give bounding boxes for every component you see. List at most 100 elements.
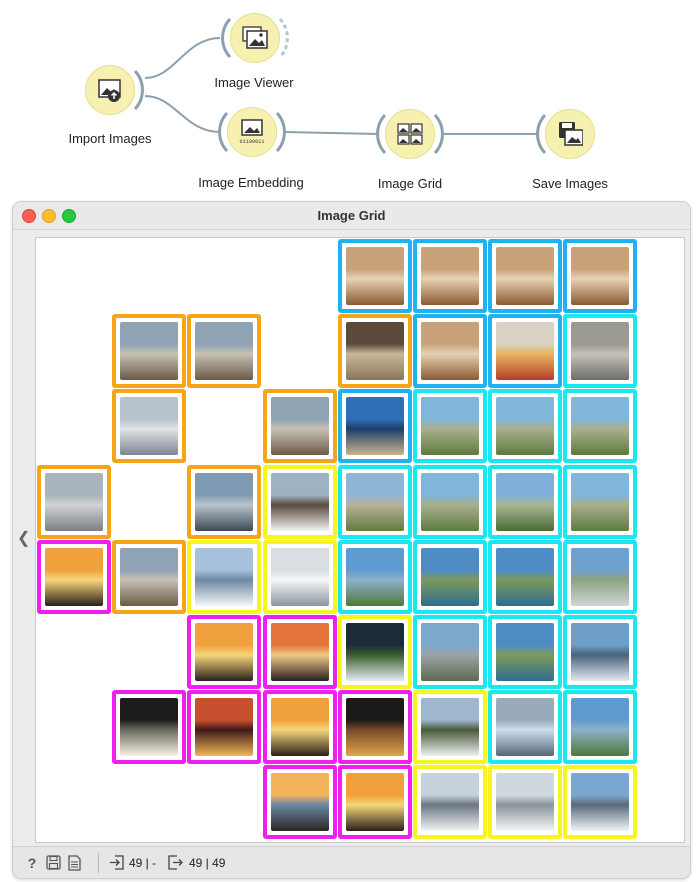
report-icon[interactable] <box>68 855 81 874</box>
grid-image-cell[interactable] <box>187 314 262 389</box>
grid-image-thumbnail <box>421 547 479 606</box>
grid-image-cell[interactable] <box>337 539 412 614</box>
output-summary: 49 | 49 <box>189 856 226 870</box>
grid-image-thumbnail <box>345 623 404 681</box>
grid-image-thumbnail <box>195 547 254 606</box>
link-import-embedding <box>144 95 221 133</box>
grid-image-cell[interactable] <box>488 615 563 689</box>
image-viewer-icon <box>242 26 268 49</box>
node-save-images[interactable] <box>535 99 605 169</box>
grid-image-cell[interactable] <box>563 314 638 389</box>
grid-image-cell[interactable] <box>563 615 638 689</box>
svg-text:?: ? <box>28 855 37 871</box>
grid-image-cell[interactable] <box>37 464 111 539</box>
grid-image-thumbnail <box>571 623 630 681</box>
grid-image-cell[interactable] <box>337 314 412 389</box>
grid-image-cell[interactable] <box>563 765 638 840</box>
grid-image-thumbnail <box>120 698 179 757</box>
grid-image-thumbnail <box>496 322 555 381</box>
grid-image-cell[interactable] <box>413 765 487 840</box>
grid-image-cell[interactable] <box>187 464 262 539</box>
grid-image-cell[interactable] <box>337 765 412 840</box>
node-image-embedding[interactable]: 01100011 <box>217 97 287 167</box>
grid-image-cell[interactable] <box>488 539 563 614</box>
node-image-grid[interactable] <box>375 99 445 169</box>
grid-image-thumbnail <box>195 623 254 681</box>
grid-image-cell[interactable] <box>187 615 262 689</box>
grid-image-cell[interactable] <box>37 539 111 614</box>
grid-image-cell[interactable] <box>262 539 337 614</box>
window-titlebar[interactable]: Image Grid <box>13 202 690 230</box>
grid-image-thumbnail <box>345 322 404 381</box>
grid-image-cell[interactable] <box>488 690 563 765</box>
grid-image-thumbnail <box>345 698 404 757</box>
node-import-images[interactable] <box>75 55 145 125</box>
grid-image-cell[interactable] <box>563 539 638 614</box>
grid-image-thumbnail <box>421 322 479 381</box>
grid-image-cell[interactable] <box>112 389 187 464</box>
grid-image-cell[interactable] <box>112 314 187 389</box>
grid-image-cell[interactable] <box>488 389 563 464</box>
grid-image-thumbnail <box>496 547 555 606</box>
statusbar: ? 49 | - 49 | 49 <box>13 846 690 878</box>
collapse-panel-chevron-icon[interactable]: ❮ <box>17 528 30 548</box>
grid-image-cell[interactable] <box>337 389 412 464</box>
node-circle <box>385 109 435 159</box>
grid-image-cell[interactable] <box>563 389 638 464</box>
grid-image-cell[interactable] <box>337 690 412 765</box>
grid-image-cell[interactable] <box>262 389 337 464</box>
node-label-import-images: Import Images <box>68 131 152 146</box>
grid-image-cell[interactable] <box>413 239 487 313</box>
save-icon[interactable] <box>46 855 61 873</box>
grid-image-cell[interactable] <box>413 690 487 765</box>
grid-image-thumbnail <box>421 773 479 832</box>
grid-image-cell[interactable] <box>187 539 262 614</box>
grid-image-cell[interactable] <box>563 464 638 539</box>
grid-image-cell[interactable] <box>337 615 412 689</box>
grid-image-cell[interactable] <box>262 464 337 539</box>
grid-image-thumbnail <box>345 547 404 606</box>
statusbar-separator <box>98 853 99 873</box>
grid-image-cell[interactable] <box>337 464 412 539</box>
grid-image-cell[interactable] <box>488 765 563 840</box>
grid-image-thumbnail <box>270 623 329 681</box>
grid-image-thumbnail <box>270 472 329 531</box>
grid-image-thumbnail <box>270 773 329 832</box>
node-image-viewer[interactable] <box>220 3 290 73</box>
grid-image-cell[interactable] <box>563 690 638 765</box>
grid-image-thumbnail <box>571 472 630 531</box>
grid-image-cell[interactable] <box>413 464 487 539</box>
grid-image-cell[interactable] <box>187 690 262 765</box>
grid-image-cell[interactable] <box>563 239 638 313</box>
import-images-icon <box>98 79 121 102</box>
grid-image-cell[interactable] <box>262 690 337 765</box>
grid-image-thumbnail <box>421 623 479 681</box>
node-circle: 01100011 <box>227 107 277 157</box>
grid-image-cell[interactable] <box>262 615 337 689</box>
grid-image-thumbnail <box>496 698 555 757</box>
grid-image-cell[interactable] <box>488 314 563 389</box>
grid-image-thumbnail <box>496 472 555 531</box>
grid-image-thumbnail <box>421 698 479 757</box>
grid-image-cell[interactable] <box>413 314 487 389</box>
grid-image-cell[interactable] <box>488 464 563 539</box>
grid-image-thumbnail <box>496 247 555 305</box>
help-icon[interactable]: ? <box>25 855 39 874</box>
grid-image-thumbnail <box>120 397 179 456</box>
grid-image-thumbnail <box>270 698 329 757</box>
image-grid-icon <box>397 123 423 145</box>
grid-image-cell[interactable] <box>112 690 187 765</box>
grid-image-cell[interactable] <box>337 239 412 313</box>
grid-image-cell[interactable] <box>262 765 337 840</box>
input-icon <box>109 855 124 873</box>
grid-image-cell[interactable] <box>488 239 563 313</box>
grid-image-cell[interactable] <box>413 539 487 614</box>
grid-image-thumbnail <box>45 472 103 531</box>
node-label-image-viewer: Image Viewer <box>214 75 294 90</box>
image-grid-canvas[interactable] <box>35 237 685 843</box>
grid-image-cell[interactable] <box>112 539 187 614</box>
grid-image-cell[interactable] <box>413 615 487 689</box>
grid-image-thumbnail <box>421 397 479 456</box>
grid-image-thumbnail <box>195 472 254 531</box>
grid-image-cell[interactable] <box>413 389 487 464</box>
